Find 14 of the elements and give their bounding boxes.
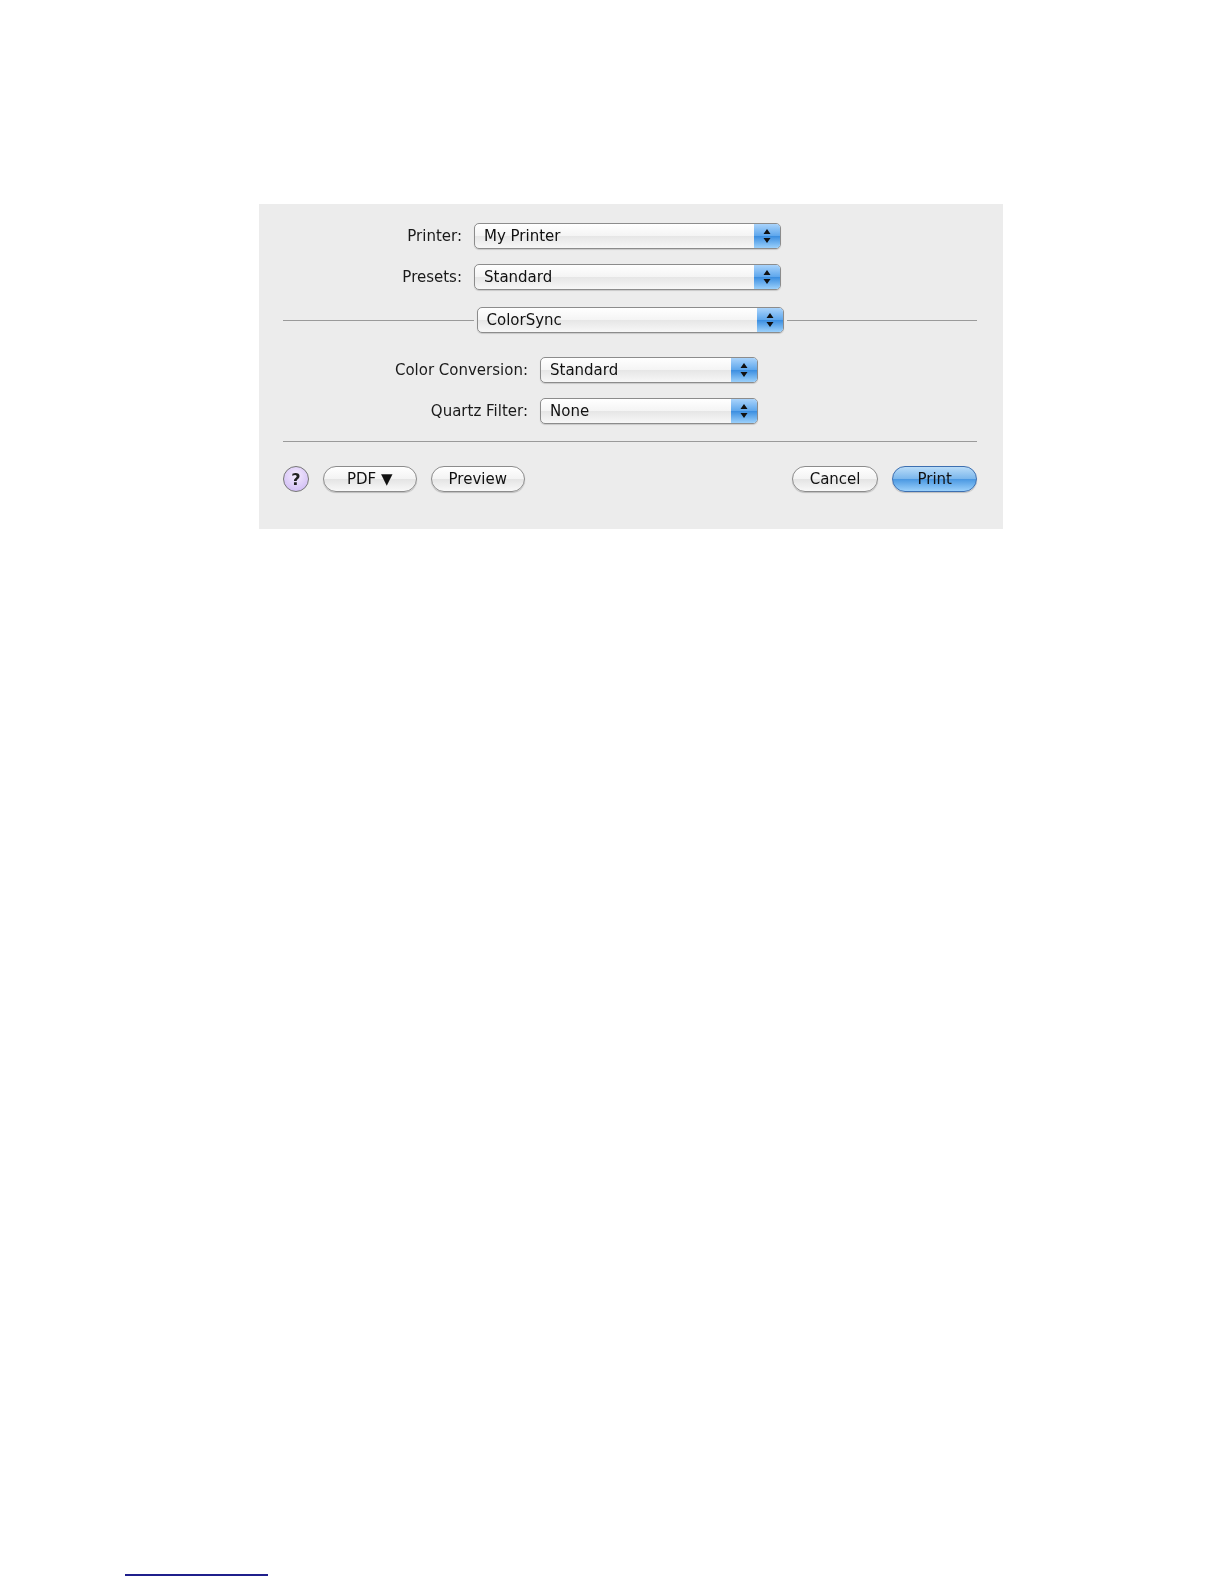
field-label: Printer: [406,227,462,245]
popup-menu[interactable]: None [540,398,758,424]
push-button[interactable]: Cancel [791,466,879,492]
help-button[interactable]: ? [283,466,309,492]
popup-menu[interactable]: Standard [474,264,781,290]
popup-menu[interactable]: My Printer [474,223,781,249]
push-button[interactable]: Preview [430,466,525,492]
pdf-menu-button[interactable]: PDF ▼ [323,466,417,492]
popup-menu[interactable]: ColorSync [476,307,784,333]
popup-menu[interactable]: Standard [540,357,758,383]
field-label: Quartz Filter: [429,402,528,420]
field-label: Presets: [401,268,462,286]
default-button[interactable]: Print [892,466,977,492]
field-label: Color Conversion: [393,361,528,379]
